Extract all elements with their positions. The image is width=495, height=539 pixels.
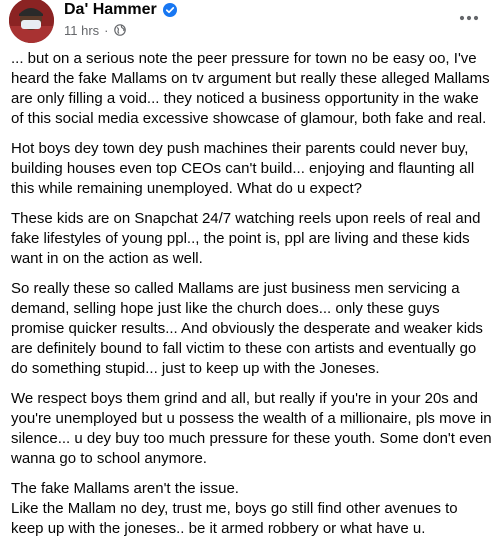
post-header: Da' Hammer 11 hrs · [0, 0, 495, 50]
post-meta: 11 hrs · [64, 22, 126, 38]
meta-separator: · [104, 22, 109, 38]
post-paragraph: These kids are on Snapchat 24/7 watching… [11, 210, 481, 267]
post-timestamp[interactable]: 11 hrs [64, 23, 99, 38]
author-name[interactable]: Da' Hammer [64, 0, 157, 20]
post-paragraph: ... but on a serious note the peer press… [11, 50, 490, 127]
post-paragraph: The fake Mallams aren't the issue. [11, 480, 239, 497]
more-options-button[interactable] [455, 4, 483, 32]
avatar-image [9, 0, 54, 43]
author-row: Da' Hammer [64, 0, 177, 20]
more-options-icon [459, 15, 479, 21]
post-paragraph: We respect boys them grind and all, but … [11, 390, 492, 467]
avatar[interactable] [9, 0, 54, 43]
post-paragraph: So really these so called Mallams are ju… [11, 280, 483, 377]
verified-badge-icon [162, 3, 177, 17]
post-paragraph: Hot boys dey town dey push machines thei… [11, 140, 475, 197]
post-text: ... but on a serious note the peer press… [11, 49, 493, 539]
post-paragraph: Like the Mallam no dey, trust me, boys g… [11, 500, 458, 537]
globe-icon[interactable] [113, 24, 126, 36]
